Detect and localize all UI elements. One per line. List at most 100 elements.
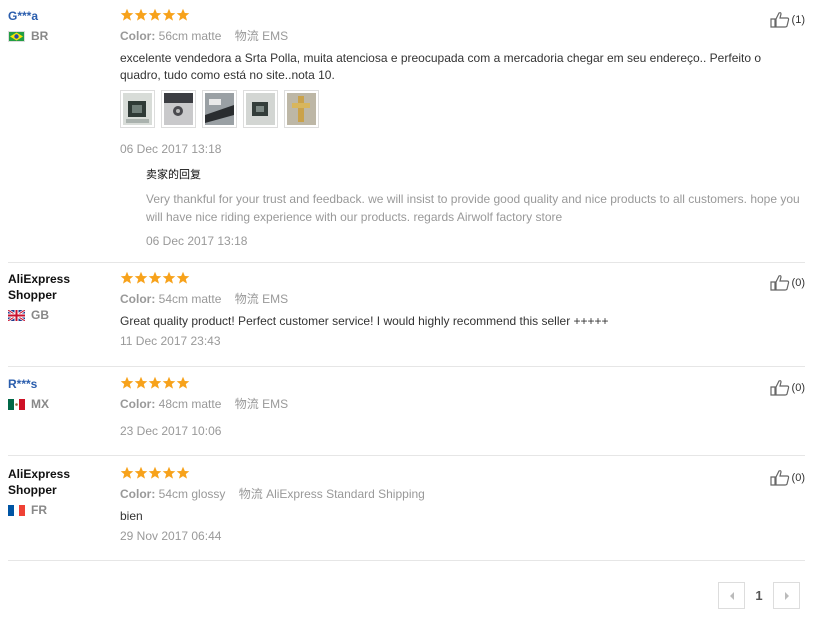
helpful-count: (0) — [791, 381, 805, 394]
color-value: 56cm matte — [158, 29, 222, 43]
review-content: Color: 54cm glossy 物流 AliExpress Standar… — [120, 466, 680, 543]
reviewer-info: G***a BR — [8, 8, 108, 43]
current-page: 1 — [755, 588, 763, 603]
country-code: MX — [31, 397, 49, 411]
reviewer-country: MX — [8, 397, 108, 411]
uk-flag-icon — [8, 309, 25, 321]
helpful-button[interactable]: (0) — [769, 379, 805, 396]
color-label: Color: — [120, 397, 156, 411]
chevron-left-icon — [729, 591, 734, 600]
star-icon — [134, 466, 148, 479]
review-date: 11 Dec 2017 23:43 — [120, 334, 221, 348]
shipping-label: 物流 — [234, 29, 259, 43]
color-value: 48cm matte — [158, 397, 222, 411]
shipping-value: EMS — [262, 397, 289, 411]
star-icon — [148, 271, 162, 284]
review-date: 23 Dec 2017 10:06 — [120, 424, 222, 438]
shipping-label: 物流 — [234, 397, 259, 411]
star-icon — [176, 466, 190, 479]
review-photo-thumbnail[interactable] — [202, 90, 237, 128]
thumbs-up-icon — [769, 470, 789, 486]
reviewer-name: AliExpress Shopper — [8, 467, 71, 497]
star-icon — [120, 376, 134, 389]
country-code: GB — [31, 308, 49, 322]
color-value: 54cm glossy — [158, 487, 226, 501]
helpful-button[interactable]: (0) — [769, 469, 805, 486]
mexico-flag-icon — [8, 398, 25, 410]
star-icon — [176, 8, 190, 21]
reviewer-name[interactable]: G***a — [8, 8, 108, 24]
review-photo-thumbnail[interactable] — [120, 90, 155, 128]
review-item: G***a BR Color: 56cm matte 物流 EMS excele… — [8, 8, 805, 263]
color-label: Color: — [120, 29, 156, 43]
star-rating — [120, 466, 680, 480]
reviewer-name[interactable]: R***s — [8, 376, 108, 392]
order-info: Color: 48cm matte 物流 EMS — [120, 396, 680, 412]
color-value: 54cm matte — [158, 292, 222, 306]
reviewer-country: BR — [8, 29, 108, 43]
helpful-button[interactable]: (1) — [769, 11, 805, 28]
helpful-button[interactable]: (0) — [769, 274, 805, 291]
seller-reply: 卖家的回复 Very thankful for your trust and f… — [146, 166, 806, 248]
star-icon — [176, 271, 190, 284]
star-rating — [120, 8, 680, 22]
reviewer-country: FR — [8, 503, 108, 517]
star-icon — [148, 8, 162, 21]
shipping-value: EMS — [262, 29, 289, 43]
star-icon — [162, 376, 176, 389]
star-icon — [162, 271, 176, 284]
helpful-count: (0) — [791, 471, 805, 484]
review-date: 06 Dec 2017 13:18 — [120, 142, 222, 156]
star-icon — [148, 466, 162, 479]
france-flag-icon — [8, 504, 25, 516]
thumbs-up-icon — [769, 380, 789, 396]
reviewer-info: R***s MX — [8, 376, 108, 411]
order-info: Color: 54cm matte 物流 EMS — [120, 291, 680, 307]
review-text: Great quality product! Perfect customer … — [120, 314, 609, 328]
star-icon — [134, 376, 148, 389]
star-icon — [120, 8, 134, 21]
order-info: Color: 54cm glossy 物流 AliExpress Standar… — [120, 486, 680, 502]
star-icon — [134, 8, 148, 21]
review-date: 29 Nov 2017 06:44 — [120, 529, 222, 543]
pagination: 1 — [718, 582, 800, 609]
prev-page-button[interactable] — [718, 582, 745, 609]
star-icon — [120, 466, 134, 479]
star-icon — [162, 8, 176, 21]
star-icon — [162, 466, 176, 479]
next-page-button[interactable] — [773, 582, 800, 609]
reviewer-info: AliExpress Shopper FR — [8, 466, 108, 517]
review-text: excelente vendedora a Srta Polla, muita … — [120, 51, 762, 82]
star-icon — [134, 271, 148, 284]
reviewer-country: GB — [8, 308, 108, 322]
shipping-label: 物流 — [238, 487, 263, 501]
reviewer-info: AliExpress Shopper GB — [8, 271, 108, 322]
shipping-value: AliExpress Standard Shipping — [266, 487, 425, 501]
review-item: AliExpress Shopper GB Color: 54cm matte … — [8, 271, 805, 367]
review-item: AliExpress Shopper FR Color: 54cm glossy… — [8, 466, 805, 561]
shipping-label: 物流 — [234, 292, 259, 306]
star-rating — [120, 271, 680, 285]
color-label: Color: — [120, 487, 156, 501]
color-label: Color: — [120, 292, 156, 306]
review-content: Color: 56cm matte 物流 EMS excelente vende… — [120, 8, 800, 248]
review-content: Color: 54cm matte 物流 EMS Great quality p… — [120, 271, 680, 348]
brazil-flag-icon — [8, 30, 25, 42]
star-icon — [176, 376, 190, 389]
chevron-right-icon — [784, 591, 789, 600]
seller-reply-text: Very thankful for your trust and feedbac… — [146, 192, 800, 224]
review-photo-thumbnail[interactable] — [161, 90, 196, 128]
review-photos — [120, 90, 680, 128]
order-info: Color: 56cm matte 物流 EMS — [120, 28, 680, 44]
star-icon — [148, 376, 162, 389]
review-photo-thumbnail[interactable] — [243, 90, 278, 128]
country-code: BR — [31, 29, 49, 43]
review-text: bien — [120, 509, 143, 523]
helpful-count: (1) — [791, 13, 805, 26]
star-rating — [120, 376, 680, 390]
review-item: R***s MX Color: 48cm matte 物流 EMS 23 Dec… — [8, 376, 805, 456]
review-photo-thumbnail[interactable] — [284, 90, 319, 128]
thumbs-up-icon — [769, 12, 789, 28]
helpful-count: (0) — [791, 276, 805, 289]
reviewer-name: AliExpress Shopper — [8, 272, 71, 302]
